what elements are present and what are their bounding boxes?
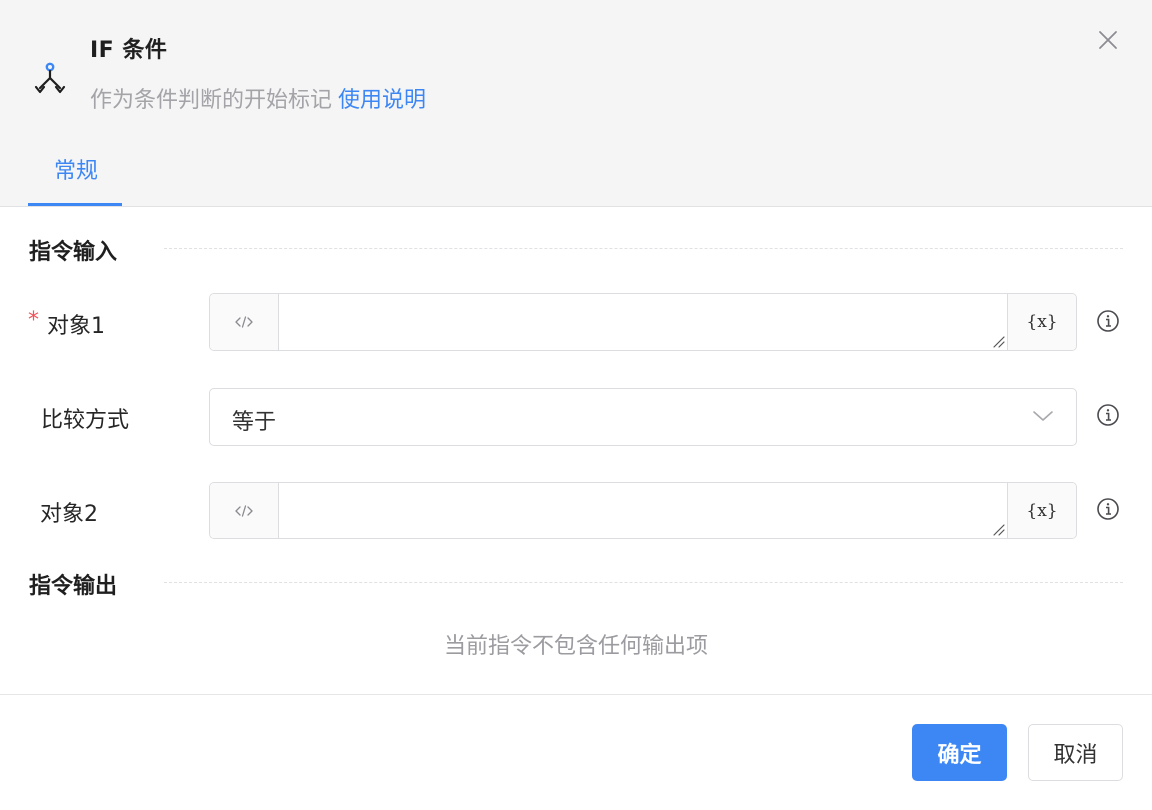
input-section-divider: [164, 248, 1123, 249]
compare-mode-value: 等于: [232, 410, 277, 435]
object2-input-group: {x}: [209, 482, 1077, 539]
confirm-button[interactable]: 确定: [912, 724, 1007, 781]
close-icon[interactable]: [1094, 26, 1122, 54]
required-asterisk: *: [28, 308, 39, 333]
code-mode-button[interactable]: [210, 483, 279, 538]
cancel-button[interactable]: 取消: [1028, 724, 1123, 781]
output-section-title: 指令输出: [29, 574, 118, 599]
dialog-title: IF 条件: [90, 38, 168, 63]
tab-general[interactable]: 常规: [30, 140, 122, 206]
resize-grip-icon[interactable]: [991, 522, 1005, 536]
object1-input-group: {x}: [209, 293, 1077, 351]
insert-variable-button[interactable]: {x}: [1007, 483, 1076, 538]
object1-label: 对象1: [47, 314, 105, 339]
chevron-down-icon: [1033, 411, 1053, 421]
object2-label: 对象2: [40, 502, 98, 527]
subtitle-text: 作为条件判断的开始标记: [90, 88, 333, 113]
insert-variable-button[interactable]: {x}: [1007, 294, 1076, 350]
code-icon: [235, 504, 253, 517]
object2-input[interactable]: [279, 483, 1007, 538]
dialog-subtitle: 作为条件判断的开始标记 使用说明: [90, 82, 426, 114]
resize-grip-icon[interactable]: [991, 334, 1005, 348]
dialog-header: IF 条件 作为条件判断的开始标记 使用说明 常规: [0, 0, 1152, 207]
if-condition-dialog: IF 条件 作为条件判断的开始标记 使用说明 常规 指令输入 * 对象1 {x} …: [0, 0, 1152, 810]
empty-output-message: 当前指令不包含任何输出项: [443, 634, 708, 659]
code-icon: [235, 316, 253, 328]
info-icon[interactable]: [1096, 497, 1120, 521]
compare-mode-label: 比较方式: [41, 408, 130, 433]
info-icon[interactable]: [1096, 309, 1120, 333]
footer-divider: [0, 694, 1152, 695]
output-section-divider: [164, 582, 1123, 583]
code-mode-button[interactable]: [210, 294, 279, 350]
info-icon[interactable]: [1096, 403, 1120, 427]
input-section-title: 指令输入: [29, 240, 118, 265]
branch-split-icon: [34, 62, 66, 94]
help-link[interactable]: 使用说明: [338, 88, 426, 113]
compare-mode-select[interactable]: 等于: [209, 388, 1077, 446]
tab-active-indicator: [28, 203, 122, 206]
object1-input[interactable]: [279, 294, 1007, 350]
